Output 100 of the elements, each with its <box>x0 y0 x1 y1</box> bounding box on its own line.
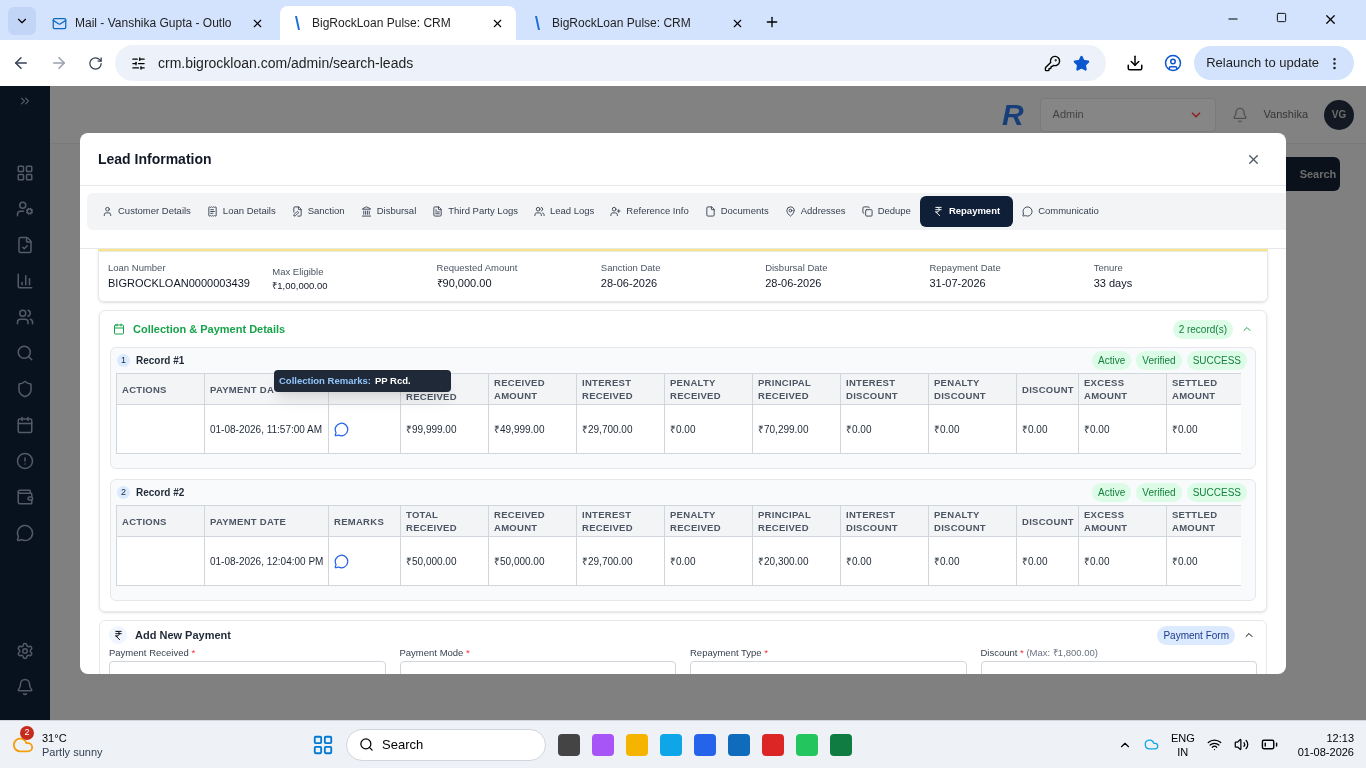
taskbar-search[interactable]: Search <box>346 728 546 761</box>
field-label: Tenure <box>1093 261 1124 276</box>
tab[interactable]: Dedupe <box>854 196 918 227</box>
app-logo: R <box>1001 97 1024 133</box>
column-header: PRINCIPAL RECEIVED <box>752 373 840 405</box>
notification-badge: 2 <box>20 725 34 740</box>
table-cell: ₹29,700.00 <box>576 537 664 586</box>
field-label: Loan Number <box>108 261 167 276</box>
column-header: DISCOUNT <box>1016 505 1078 537</box>
column-header: SETTLED AMOUNT <box>1166 373 1241 405</box>
tab[interactable]: Reference Info <box>603 196 696 227</box>
table-cell: ₹0.00 <box>1078 537 1166 586</box>
field-label: Disbursal Date <box>765 261 829 276</box>
field-label: Payment Received * <box>109 646 197 660</box>
browser-tab[interactable]: BigRockLoan Pulse: CRM <box>280 6 516 40</box>
status-badge: Verified <box>1136 351 1182 370</box>
column-header: INTEREST DISCOUNT <box>840 373 928 405</box>
column-header: RECEIVED AMOUNT <box>488 505 576 537</box>
table-cell: ₹0.00 <box>1016 537 1078 586</box>
table-cell: ₹0.00 <box>928 405 1016 454</box>
tab[interactable]: Documents <box>697 196 776 227</box>
column-header: ACTIONS <box>116 373 204 405</box>
table-cell: ₹99,999.00 <box>400 405 488 454</box>
language-text: ENG <box>1170 730 1195 745</box>
table-cell: 01-08-2026, 11:57:00 AM <box>204 405 328 454</box>
table-cell: ₹0.00 <box>840 537 928 586</box>
record-title: Record #1 <box>136 354 186 368</box>
table-cell: ₹0.00 <box>840 405 928 454</box>
field-value: ₹90,000.00 <box>436 276 493 292</box>
table-cell: ₹0.00 <box>1166 405 1241 454</box>
column-header: INTEREST RECEIVED <box>576 505 664 537</box>
tab[interactable]: Loan Details <box>199 196 283 227</box>
user-name: Vanshika <box>1263 107 1308 123</box>
table-cell: ₹0.00 <box>928 537 1016 586</box>
column-header: EXCESS AMOUNT <box>1078 373 1166 405</box>
tab[interactable]: Addresses <box>777 196 853 227</box>
column-header: EXCESS AMOUNT <box>1078 505 1166 537</box>
relaunch-button[interactable]: Relaunch to update <box>1194 46 1354 80</box>
clock-time: 12:13 <box>1326 730 1354 745</box>
column-header: REMARKS <box>328 505 400 537</box>
column-header: TOTAL RECEIVED <box>400 505 488 537</box>
column-header: PENALTY DISCOUNT <box>928 505 1016 537</box>
section-title: Add New Payment <box>135 627 232 643</box>
field-value: BIGROCKLOAN0000003439 <box>108 276 251 292</box>
table-cell: ₹49,999.00 <box>488 405 576 454</box>
table-cell: ₹70,299.00 <box>752 405 840 454</box>
tab[interactable]: Lead Logs <box>526 196 602 227</box>
status-badge: Verified <box>1136 483 1182 502</box>
tab-title: Mail - Vanshika Gupta - Outlo <box>75 15 233 32</box>
weather-text: Partly sunny <box>42 744 103 759</box>
field-label: Sanction Date <box>600 261 662 276</box>
record-number: 1 <box>117 354 130 367</box>
table-cell: ₹20,300.00 <box>752 537 840 586</box>
table-cell: ₹50,000.00 <box>400 537 488 586</box>
field-value: ₹1,00,000.00 <box>272 279 329 293</box>
temperature: 31°C <box>42 730 68 745</box>
record-title: Record #2 <box>136 486 186 500</box>
field-label: Requested Amount <box>436 261 519 276</box>
count-badge: 2 record(s) <box>1172 319 1233 339</box>
column-header: PAYMENT DATE <box>204 505 328 537</box>
tab[interactable]: Repayment <box>919 196 1014 227</box>
field-label: Discount * (Max: ₹1,800.00) <box>980 646 1099 660</box>
column-header: PENALTY DISCOUNT <box>928 373 1016 405</box>
column-header: SETTLED AMOUNT <box>1166 505 1241 537</box>
field-label: Repayment Type * <box>690 646 769 660</box>
tab[interactable]: Sanction <box>284 196 352 227</box>
table-cell: ₹0.00 <box>1016 405 1078 454</box>
region-text: IN <box>1177 744 1189 759</box>
tab-title: BigRockLoan Pulse: CRM <box>552 15 692 32</box>
table-cell: ₹50,000.00 <box>488 537 576 586</box>
tab-title: BigRockLoan Pulse: CRM <box>312 15 452 32</box>
status-badge: Active <box>1092 483 1132 502</box>
table-cell: ₹0.00 <box>1166 537 1241 586</box>
search-button[interactable]: Search <box>1286 157 1340 191</box>
column-header: INTEREST DISCOUNT <box>840 505 928 537</box>
table-cell: 01-08-2026, 12:04:00 PM <box>204 537 328 586</box>
status-badge: SUCCESS <box>1186 483 1247 502</box>
field-label: Payment Mode * <box>399 646 471 660</box>
section-title: Collection & Payment Details <box>133 321 287 337</box>
table-cell: ₹0.00 <box>664 405 752 454</box>
address-bar[interactable]: crm.bigrockloan.com/admin/search-leads <box>115 45 1107 81</box>
tab[interactable]: Disbursal <box>353 196 424 227</box>
tab[interactable]: Third Party Logs <box>425 196 525 227</box>
record-number: 2 <box>117 486 130 499</box>
column-header: PENALTY RECEIVED <box>664 505 752 537</box>
column-header: RECEIVED AMOUNT <box>488 373 576 405</box>
status-badge: Active <box>1092 351 1132 370</box>
column-header: PRINCIPAL RECEIVED <box>752 505 840 537</box>
table-cell: ₹29,700.00 <box>576 405 664 454</box>
form-badge: Payment Form <box>1157 625 1235 645</box>
column-header: PENALTY RECEIVED <box>664 373 752 405</box>
status-badge: SUCCESS <box>1186 351 1247 370</box>
tab[interactable]: Customer Details <box>95 196 198 227</box>
tab[interactable]: Communicatio <box>1015 196 1106 227</box>
browser-tab[interactable]: BigRockLoan Pulse: CRM <box>520 6 756 40</box>
column-header: INTEREST RECEIVED <box>576 373 664 405</box>
table-cell: ₹0.00 <box>664 537 752 586</box>
browser-tab[interactable]: Mail - Vanshika Gupta - Outlo <box>40 6 276 40</box>
field-value: 28-06-2026 <box>600 276 659 292</box>
clock-date: 01-08-2026 <box>1297 744 1354 759</box>
